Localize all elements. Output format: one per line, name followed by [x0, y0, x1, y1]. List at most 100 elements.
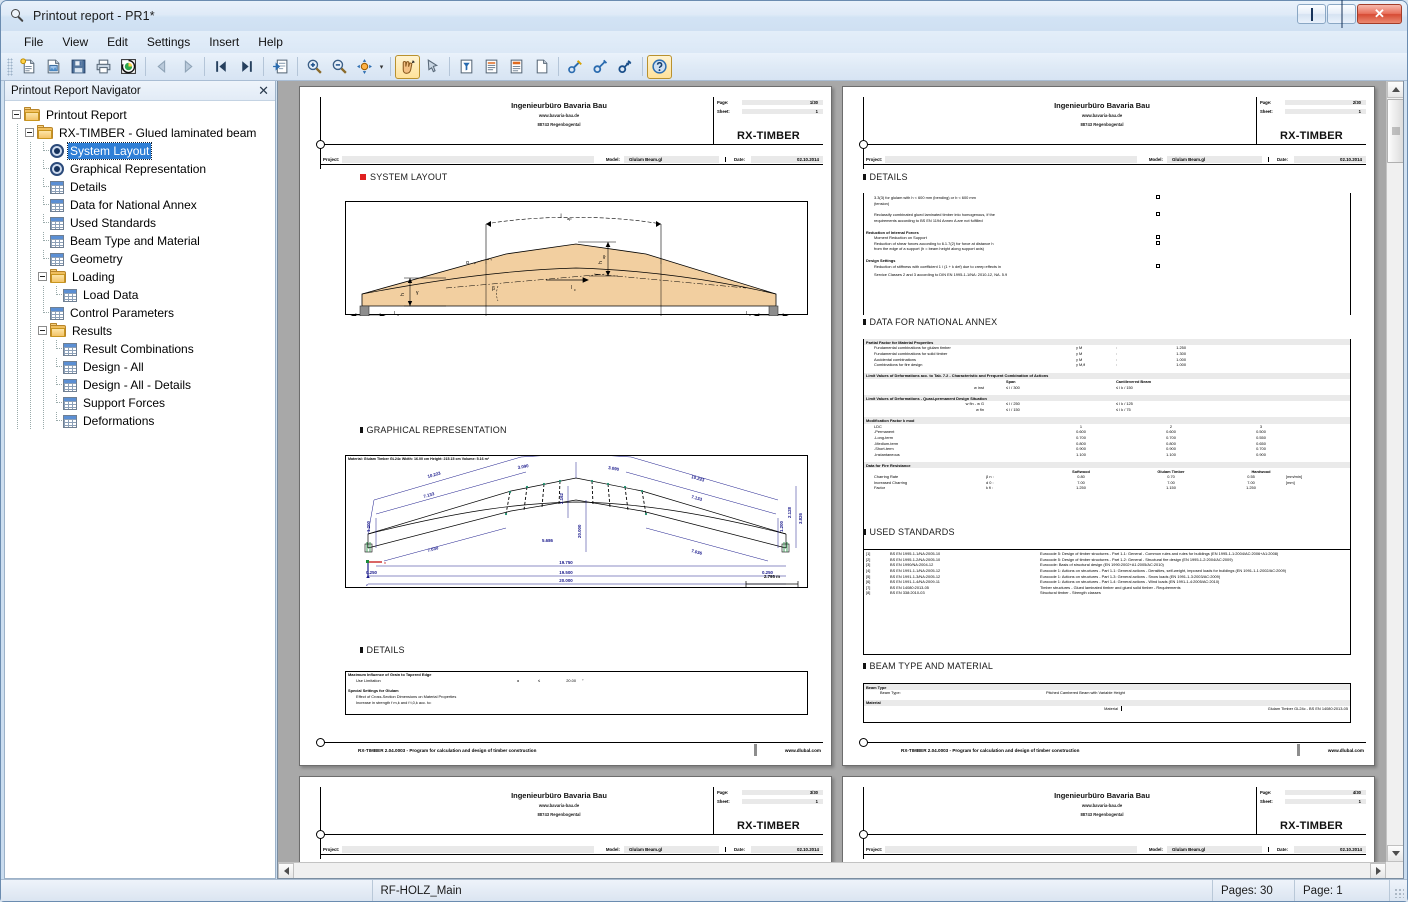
toolbar-grip[interactable]: [7, 57, 13, 76]
scroll-up-button[interactable]: [1387, 81, 1403, 98]
standard-description: Eurocode: Basis of structural design (EN…: [1040, 562, 1164, 568]
lock-closed-icon[interactable]: [613, 55, 638, 79]
menu-edit[interactable]: Edit: [98, 33, 137, 51]
print-icon[interactable]: [91, 55, 116, 79]
forward-icon[interactable]: [175, 55, 200, 79]
tree-item-used-standards[interactable]: Used Standards: [11, 214, 275, 232]
checkbox[interactable]: [1156, 240, 1160, 245]
tree-item-system-layout[interactable]: System Layout: [11, 142, 275, 160]
model-value: Glulam Beam.gl: [1167, 156, 1262, 163]
blank-page-icon[interactable]: [529, 55, 554, 79]
scroll-left-button[interactable]: [278, 863, 294, 878]
tree-expander[interactable]: [11, 106, 24, 124]
new-report-icon[interactable]: [16, 55, 41, 79]
page-properties-icon[interactable]: [479, 55, 504, 79]
standard-description: Timber structures - Glued laminated timb…: [1040, 584, 1181, 590]
filter-page-icon[interactable]: [454, 55, 479, 79]
page-header-icon[interactable]: [504, 55, 529, 79]
footer-text: RX-TIMBER 2.04.0003 - Program for calcul…: [358, 748, 537, 753]
checkbox[interactable]: [1156, 263, 1160, 268]
fire-col-softwood: Softwood: [1072, 468, 1090, 474]
tree-item-results[interactable]: Results: [11, 322, 275, 340]
tree-item-details[interactable]: Details: [11, 178, 275, 196]
fire-symbol: β n :: [986, 474, 994, 480]
back-icon[interactable]: [150, 55, 175, 79]
scroll-right-button[interactable]: [1370, 863, 1386, 878]
used-standards-section: USED STANDARDS: [863, 527, 955, 537]
folder-icon: [24, 106, 40, 122]
scroll-down-button[interactable]: [1387, 845, 1403, 862]
help-icon[interactable]: [647, 54, 672, 79]
tree-indent: [24, 160, 37, 178]
tree-item-label: Support Forces: [83, 396, 166, 410]
tree-item-graphical-representation[interactable]: Graphical Representation: [11, 160, 275, 178]
export-page-icon[interactable]: [268, 55, 293, 79]
standard-row: [4] BS EN 1991-1-1/NA:2005-12 Eurocode 1: …: [864, 568, 1350, 574]
eye-icon[interactable]: [50, 162, 64, 176]
open-report-icon[interactable]: [41, 55, 66, 79]
standard-row: [2] BS EN 1995-1-2/NA:2005-10 Eurocode 5: …: [864, 557, 1350, 563]
tree-expander[interactable]: [24, 124, 37, 142]
close-icon[interactable]: ✕: [256, 84, 271, 97]
menu-settings[interactable]: Settings: [138, 33, 199, 51]
tree-item-rx-timber-glued-laminated-beam[interactable]: RX-TIMBER - Glued laminated beam: [11, 124, 275, 142]
tree-item-deformations[interactable]: Deformations: [11, 412, 275, 430]
lock-open-icon[interactable]: [588, 55, 613, 79]
menu-view[interactable]: View: [53, 33, 97, 51]
tree-item-load-data[interactable]: Load Data: [11, 286, 275, 304]
hand-tool-icon[interactable]: [395, 54, 420, 79]
zoom-out-icon[interactable]: [327, 55, 352, 79]
refresh-icon[interactable]: [116, 55, 141, 79]
tree-item-beam-type-and-material[interactable]: Beam Type and Material: [11, 232, 275, 250]
menu-insert[interactable]: Insert: [200, 33, 248, 51]
report-page-2[interactable]: Ingenieurbüro Bavaria Bau www.bavaria-ba…: [842, 86, 1375, 766]
tree-item-control-parameters[interactable]: Control Parameters: [11, 304, 275, 322]
report-preview[interactable]: Ingenieurbüro Bavaria Bau www.bavaria-ba…: [277, 81, 1404, 879]
horizontal-scrollbar[interactable]: [278, 862, 1386, 878]
tree-item-design-all-details[interactable]: Design - All - Details: [11, 376, 275, 394]
last-page-icon[interactable]: [234, 55, 259, 79]
tree-item-geometry[interactable]: Geometry: [11, 250, 275, 268]
tree-item-design-all[interactable]: Design - All: [11, 358, 275, 376]
tree-item-support-forces[interactable]: Support Forces: [11, 394, 275, 412]
checkbox[interactable]: [1156, 212, 1160, 217]
tree-item-data-for-national-annex[interactable]: Data for National Annex: [11, 196, 275, 214]
model-label: Model:: [1148, 847, 1163, 852]
standard-code: BS EN 14080:2013-05: [890, 584, 929, 590]
tree-expander[interactable]: [37, 322, 50, 340]
tree-indent: [24, 358, 37, 376]
tree-item-result-combinations[interactable]: Result Combinations: [11, 340, 275, 358]
resize-grip[interactable]: [1389, 880, 1407, 901]
select-pointer-icon[interactable]: [420, 55, 445, 79]
checkbox[interactable]: [1156, 195, 1160, 200]
tree-item-loading[interactable]: Loading: [11, 268, 275, 286]
vertical-scroll-thumb[interactable]: [1387, 99, 1403, 163]
checkbox[interactable]: [1156, 235, 1160, 240]
chevron-down-icon[interactable]: ▾: [377, 55, 386, 79]
fire-symbol: k fi :: [986, 485, 994, 491]
minimize-button[interactable]: [1297, 4, 1326, 24]
close-button[interactable]: ✕: [1357, 4, 1402, 24]
eye-icon[interactable]: [50, 144, 64, 158]
kmod-label: -Long-term: [874, 434, 894, 440]
first-page-icon[interactable]: [209, 55, 234, 79]
menu-help[interactable]: Help: [249, 33, 292, 51]
company-website: www.bavaria-bau.de: [538, 113, 580, 118]
tree-expander[interactable]: [37, 268, 50, 286]
menu-file[interactable]: File: [15, 33, 52, 51]
project-value: [342, 846, 594, 853]
link-icon[interactable]: [563, 55, 588, 79]
section-title-standards: USED STANDARDS: [869, 527, 955, 537]
table-icon: [50, 216, 64, 230]
zoom-in-icon[interactable]: [302, 55, 327, 79]
tree-indent: [37, 358, 50, 376]
pan-view-icon[interactable]: [352, 55, 377, 79]
tree-item-label: Deformations: [83, 414, 155, 428]
tree-item-printout-report[interactable]: Printout Report: [11, 106, 275, 124]
date-label: Date:: [725, 847, 751, 852]
report-page-1[interactable]: Ingenieurbüro Bavaria Bau www.bavaria-ba…: [299, 86, 832, 766]
save-icon[interactable]: [66, 55, 91, 79]
vertical-scrollbar[interactable]: [1386, 81, 1403, 862]
sheet-value: 1: [742, 798, 823, 804]
maximize-button[interactable]: [1327, 0, 1356, 28]
